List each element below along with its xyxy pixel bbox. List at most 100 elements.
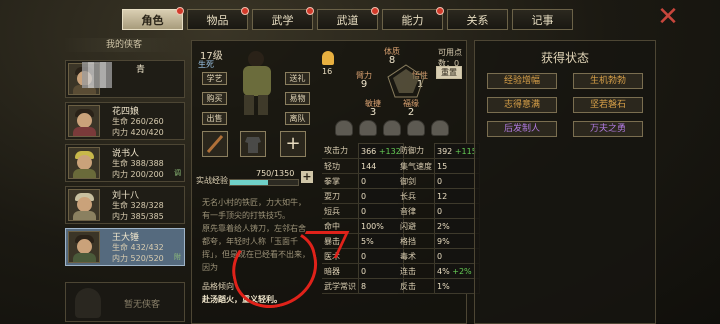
stat-row: 毒术 0 xyxy=(398,248,480,264)
stat-value: 0 xyxy=(358,203,404,219)
member-hp: 生命 260/260 xyxy=(112,117,164,126)
notification-dot xyxy=(241,7,249,15)
stat-row: 防御力 392 +115 xyxy=(398,143,480,159)
tab-martial-way[interactable]: 武道 xyxy=(317,7,379,30)
staff-icon xyxy=(206,135,224,153)
status-chip[interactable]: 坚若磐石 xyxy=(573,97,643,113)
gift-button[interactable]: 送礼 xyxy=(285,72,310,85)
notification-dot xyxy=(371,7,379,15)
tab-relations[interactable]: 关系 xyxy=(447,9,508,30)
stat-value: 0 xyxy=(358,248,404,264)
stat-number: 5% xyxy=(361,236,374,246)
stat-value: 392 +115 xyxy=(434,143,480,159)
tab-character[interactable]: 角色 xyxy=(122,7,184,30)
stat-label: 毒术 xyxy=(398,248,435,264)
character-panel: 17级 生死 学艺 购买 出售 送礼 易物 离队 + 实战经验 750/1350… xyxy=(191,40,480,324)
stat-number: 9% xyxy=(437,236,450,246)
status-chip[interactable]: 志得意满 xyxy=(487,97,557,113)
roster-card[interactable]: 说书人 生命 388/388 内力 200/200 调 xyxy=(65,144,185,182)
stat-label: 长兵 xyxy=(398,188,435,204)
stat-number: 100% xyxy=(361,221,384,231)
stat-row: 拳掌 0 xyxy=(322,173,404,189)
stat-label: 防御力 xyxy=(398,143,435,159)
tab-martial-arts[interactable]: 武学 xyxy=(252,7,314,30)
stat-value: 0 xyxy=(358,188,404,204)
stat-row: 闪避 2% xyxy=(398,218,480,234)
member-name-blurred: 青 xyxy=(136,65,146,75)
xp-value: 750/1350 xyxy=(256,169,295,178)
trade-button[interactable]: 易物 xyxy=(285,92,310,105)
empty-slot: 暂无侠客 xyxy=(65,282,185,322)
stat-number: 0 xyxy=(361,206,367,216)
stat-number: 392 xyxy=(437,146,453,156)
stat-number: 0 xyxy=(361,266,367,276)
roster-title: 我的侠客 xyxy=(63,38,185,52)
stat-value: 366 +132 xyxy=(358,143,404,159)
roster-card-selected[interactable]: 王大锤 生命 432/432 内力 520/520 附 xyxy=(65,228,185,266)
stat-row: 攻击力 366 +132 xyxy=(322,143,404,159)
member-hp: 生命 328/328 xyxy=(112,201,164,210)
status-chip[interactable]: 生机勃勃 xyxy=(573,73,643,89)
helmet-icon xyxy=(407,120,425,136)
tab-items[interactable]: 物品 xyxy=(187,7,249,30)
stat-bonus: +2% xyxy=(452,266,472,276)
reset-button[interactable]: 重置 xyxy=(436,66,462,79)
stat-row: 耍刀 0 xyxy=(322,188,404,204)
buy-button[interactable]: 购买 xyxy=(202,92,227,105)
stat-label: 连击 xyxy=(398,263,435,279)
stat-value: 0 xyxy=(358,263,404,279)
armor-slot[interactable] xyxy=(240,131,266,157)
sell-button[interactable]: 出售 xyxy=(202,112,227,125)
stat-number: 8 xyxy=(361,281,367,291)
member-tag: 调 xyxy=(174,169,181,177)
tab-label: 武学 xyxy=(271,13,294,27)
learn-button[interactable]: 学艺 xyxy=(202,72,227,85)
tab-abilities[interactable]: 能力 xyxy=(382,7,444,30)
xp-label: 实战经验 xyxy=(196,176,228,185)
stat-row: 音律 0 xyxy=(398,203,480,219)
member-mp: 内力 385/385 xyxy=(112,212,164,221)
stat-number: 0 xyxy=(437,206,443,216)
potential-value: 16 xyxy=(322,67,333,76)
status-chip[interactable]: 万夫之勇 xyxy=(573,121,643,137)
stat-row: 集气速度 15 xyxy=(398,158,480,174)
tab-journal[interactable]: 记事 xyxy=(512,9,573,30)
avatar xyxy=(68,231,100,263)
stat-label: 集气速度 xyxy=(398,158,435,174)
member-hp: 生命 388/388 xyxy=(112,159,164,168)
stat-value: 100% xyxy=(358,218,404,234)
stat-value: 5% xyxy=(358,233,404,249)
stats-table-right: 防御力 392 +115 集气速度 15 御剑 0 长兵 12 音律 0 闪避 2% 格挡 9%… xyxy=(398,143,480,294)
stat-number: 0 xyxy=(361,251,367,261)
stat-row: 反击 1% xyxy=(398,278,480,294)
weapon-slot[interactable] xyxy=(202,131,228,157)
close-icon[interactable]: ✕ xyxy=(655,4,681,31)
tab-bar: 角色 物品 武学 武道 能力 关系 记事 xyxy=(122,7,573,31)
avatar xyxy=(68,105,100,137)
helmet-icon xyxy=(335,120,353,136)
status-chip[interactable]: 经验增幅 xyxy=(487,73,557,89)
status-chip[interactable]: 后发制人 xyxy=(487,121,557,137)
member-tag: 附 xyxy=(174,253,181,261)
stat-label: 闪避 xyxy=(398,218,435,234)
stat-label: 耍刀 xyxy=(322,188,359,204)
stat-label: 格挡 xyxy=(398,233,435,249)
leave-button[interactable]: 离队 xyxy=(285,112,310,125)
stat-value: 12 xyxy=(434,188,480,204)
stat-number: 2% xyxy=(437,221,450,231)
xp-plus-button[interactable]: + xyxy=(301,171,313,183)
empty-label: 暂无侠客 xyxy=(124,300,161,310)
stat-label: 拳掌 xyxy=(322,173,359,189)
attr-luck-value: 2 xyxy=(407,107,415,118)
stat-row: 格挡 9% xyxy=(398,233,480,249)
roster-card[interactable]: 花四娘 生命 260/260 内力 420/420 xyxy=(65,102,185,140)
stat-value: 0 xyxy=(358,173,404,189)
add-equipment-button[interactable]: + xyxy=(280,131,306,157)
stat-number: 12 xyxy=(437,191,448,201)
attr-strength-value: 9 xyxy=(360,79,368,90)
tab-label: 能力 xyxy=(401,13,424,27)
roster-card[interactable]: 刘十八 生命 328/328 内力 385/385 xyxy=(65,186,185,224)
stat-row: 连击 4% +2% xyxy=(398,263,480,279)
notification-dot xyxy=(176,7,184,15)
stat-value: 9% xyxy=(434,233,480,249)
